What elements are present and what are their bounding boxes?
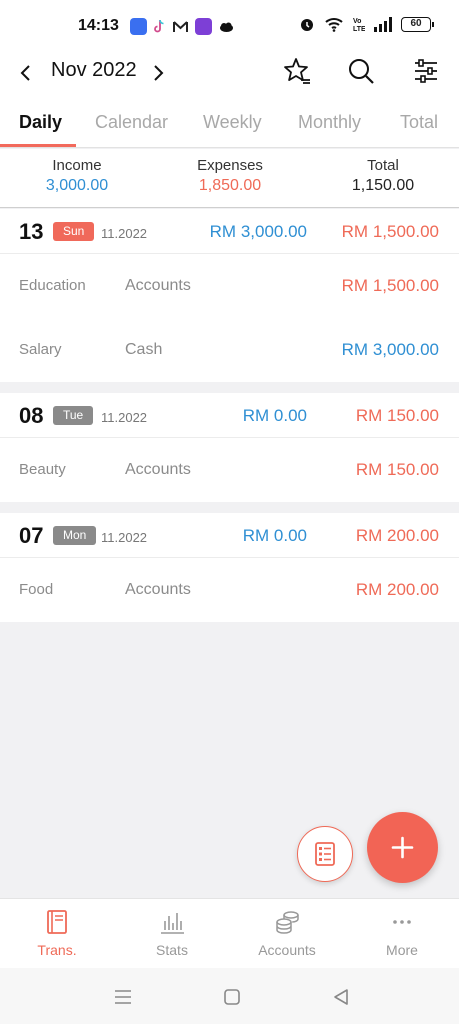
transaction-account: Accounts <box>125 461 191 478</box>
transaction-account: Cash <box>125 341 163 358</box>
coins-icon <box>276 911 299 934</box>
transaction-amount: RM 200.00 <box>355 580 439 599</box>
day-header[interactable]: 13 Sun 11.2022 RM 3,000.00 RM 1,500.00 <box>0 209 459 254</box>
more-dots-icon <box>393 920 411 924</box>
day-month-year: 11.2022 <box>101 530 148 545</box>
nav-more[interactable]: More <box>345 899 459 969</box>
transaction-account: Accounts <box>125 581 191 598</box>
transaction-category: Salary <box>19 341 62 358</box>
signal-icon <box>374 16 392 32</box>
expenses-label: Expenses <box>197 157 263 174</box>
tab-calendar[interactable]: Calendar <box>95 112 168 133</box>
book-icon <box>47 910 67 934</box>
status-right-icons: Vo LTE 60 <box>299 16 434 32</box>
nav-trans[interactable]: Trans. <box>0 899 114 969</box>
nav-accounts[interactable]: Accounts <box>230 899 344 969</box>
game-icon <box>195 18 212 35</box>
status-time: 14:13 <box>78 17 119 34</box>
nav-trans-label: Trans. <box>37 942 77 958</box>
home-icon[interactable] <box>221 986 243 1008</box>
tab-total[interactable]: Total <box>400 112 438 133</box>
tab-monthly[interactable]: Monthly <box>298 112 361 133</box>
summary-income: Income 3,000.00 <box>2 157 152 195</box>
day-group: 07 Mon 11.2022 RM 0.00 RM 200.00 Food Ac… <box>0 513 459 622</box>
nav-stats-label: Stats <box>156 942 188 958</box>
day-group: 08 Tue 11.2022 RM 0.00 RM 150.00 Beauty … <box>0 393 459 502</box>
day-number: 13 <box>19 219 44 244</box>
tiktok-icon <box>151 18 168 35</box>
income-value: 3,000.00 <box>45 177 109 194</box>
transaction-row[interactable]: Beauty Accounts RM 150.00 <box>0 438 459 502</box>
transaction-amount: RM 1,500.00 <box>341 276 439 295</box>
nav-stats[interactable]: Stats <box>115 899 229 969</box>
system-navigation-bar <box>0 968 459 1024</box>
active-tab-indicator <box>0 144 76 147</box>
header: Nov 2022 <box>0 52 459 98</box>
day-income: RM 0.00 <box>242 526 307 545</box>
day-group: 13 Sun 11.2022 RM 3,000.00 RM 1,500.00 E… <box>0 209 459 382</box>
alarm-icon <box>301 19 313 31</box>
back-icon[interactable] <box>330 986 352 1008</box>
day-month-year: 11.2022 <box>101 410 148 425</box>
wifi-icon <box>325 18 343 32</box>
svg-text:LTE: LTE <box>353 26 365 32</box>
month-label: Nov 2022 <box>51 59 137 81</box>
transaction-category: Beauty <box>19 461 66 478</box>
day-expense: RM 200.00 <box>355 526 439 545</box>
star-icon[interactable] <box>282 56 312 86</box>
menu-icon[interactable] <box>112 986 134 1008</box>
tab-weekly[interactable]: Weekly <box>203 112 262 133</box>
list-view-button[interactable] <box>297 826 353 882</box>
svg-text:Vo: Vo <box>353 18 361 25</box>
transaction-category: Food <box>19 581 54 598</box>
filter-icon[interactable] <box>411 56 441 86</box>
chevron-right-icon[interactable] <box>146 58 170 88</box>
weekday-badge: Sun <box>53 222 95 241</box>
chevron-left-icon[interactable] <box>14 58 38 88</box>
weekday-badge: Tue <box>53 406 94 425</box>
day-income: RM 0.00 <box>242 406 307 425</box>
battery-icon: 60 <box>401 16 434 32</box>
transaction-category: Education <box>19 277 86 294</box>
transaction-row[interactable]: Salary Cash RM 3,000.00 <box>0 318 459 382</box>
transaction-row[interactable]: Food Accounts RM 200.00 <box>0 558 459 622</box>
bar-chart-icon <box>161 913 184 934</box>
day-expense: RM 1,500.00 <box>341 222 439 241</box>
search-icon[interactable] <box>346 56 376 86</box>
transaction-list: 13 Sun 11.2022 RM 3,000.00 RM 1,500.00 E… <box>0 209 459 633</box>
gmail-icon <box>172 18 189 35</box>
monthly-summary: Income 3,000.00 Expenses 1,850.00 Total … <box>0 149 459 208</box>
day-income: RM 3,000.00 <box>209 222 307 241</box>
day-expense: RM 150.00 <box>355 406 439 425</box>
day-month-year: 11.2022 <box>101 226 148 241</box>
total-value: 1,150.00 <box>351 177 415 194</box>
view-tabs: Daily Calendar Weekly Monthly Total <box>0 98 459 148</box>
nav-accounts-label: Accounts <box>258 942 316 958</box>
weekday-badge: Mon <box>53 526 97 545</box>
cloud-icon <box>218 18 235 35</box>
summary-expenses: Expenses 1,850.00 <box>155 157 305 195</box>
transaction-row[interactable]: Education Accounts RM 1,500.00 <box>0 254 459 318</box>
tab-daily[interactable]: Daily <box>19 112 62 133</box>
day-header[interactable]: 08 Tue 11.2022 RM 0.00 RM 150.00 <box>0 393 459 438</box>
volte-icon: VoLTE <box>353 18 365 32</box>
day-header[interactable]: 07 Mon 11.2022 RM 0.00 RM 200.00 <box>0 513 459 558</box>
nav-more-label: More <box>386 942 418 958</box>
income-label: Income <box>52 157 102 174</box>
status-bar: 14:13 Vo LTE 60 <box>0 0 459 52</box>
expenses-value: 1,850.00 <box>198 177 262 194</box>
list-icon <box>314 841 335 866</box>
plus-icon <box>391 836 414 859</box>
day-number: 08 <box>19 403 44 428</box>
bottom-nav: Trans. Stats Accounts More <box>0 898 459 968</box>
day-number: 07 <box>19 523 44 548</box>
transaction-amount: RM 150.00 <box>355 460 439 479</box>
add-transaction-button[interactable] <box>367 812 438 883</box>
total-label: Total <box>367 157 399 174</box>
transaction-amount: RM 3,000.00 <box>341 340 439 359</box>
app-icon <box>130 18 147 35</box>
transaction-account: Accounts <box>125 277 191 294</box>
summary-total: Total 1,150.00 <box>308 157 458 195</box>
